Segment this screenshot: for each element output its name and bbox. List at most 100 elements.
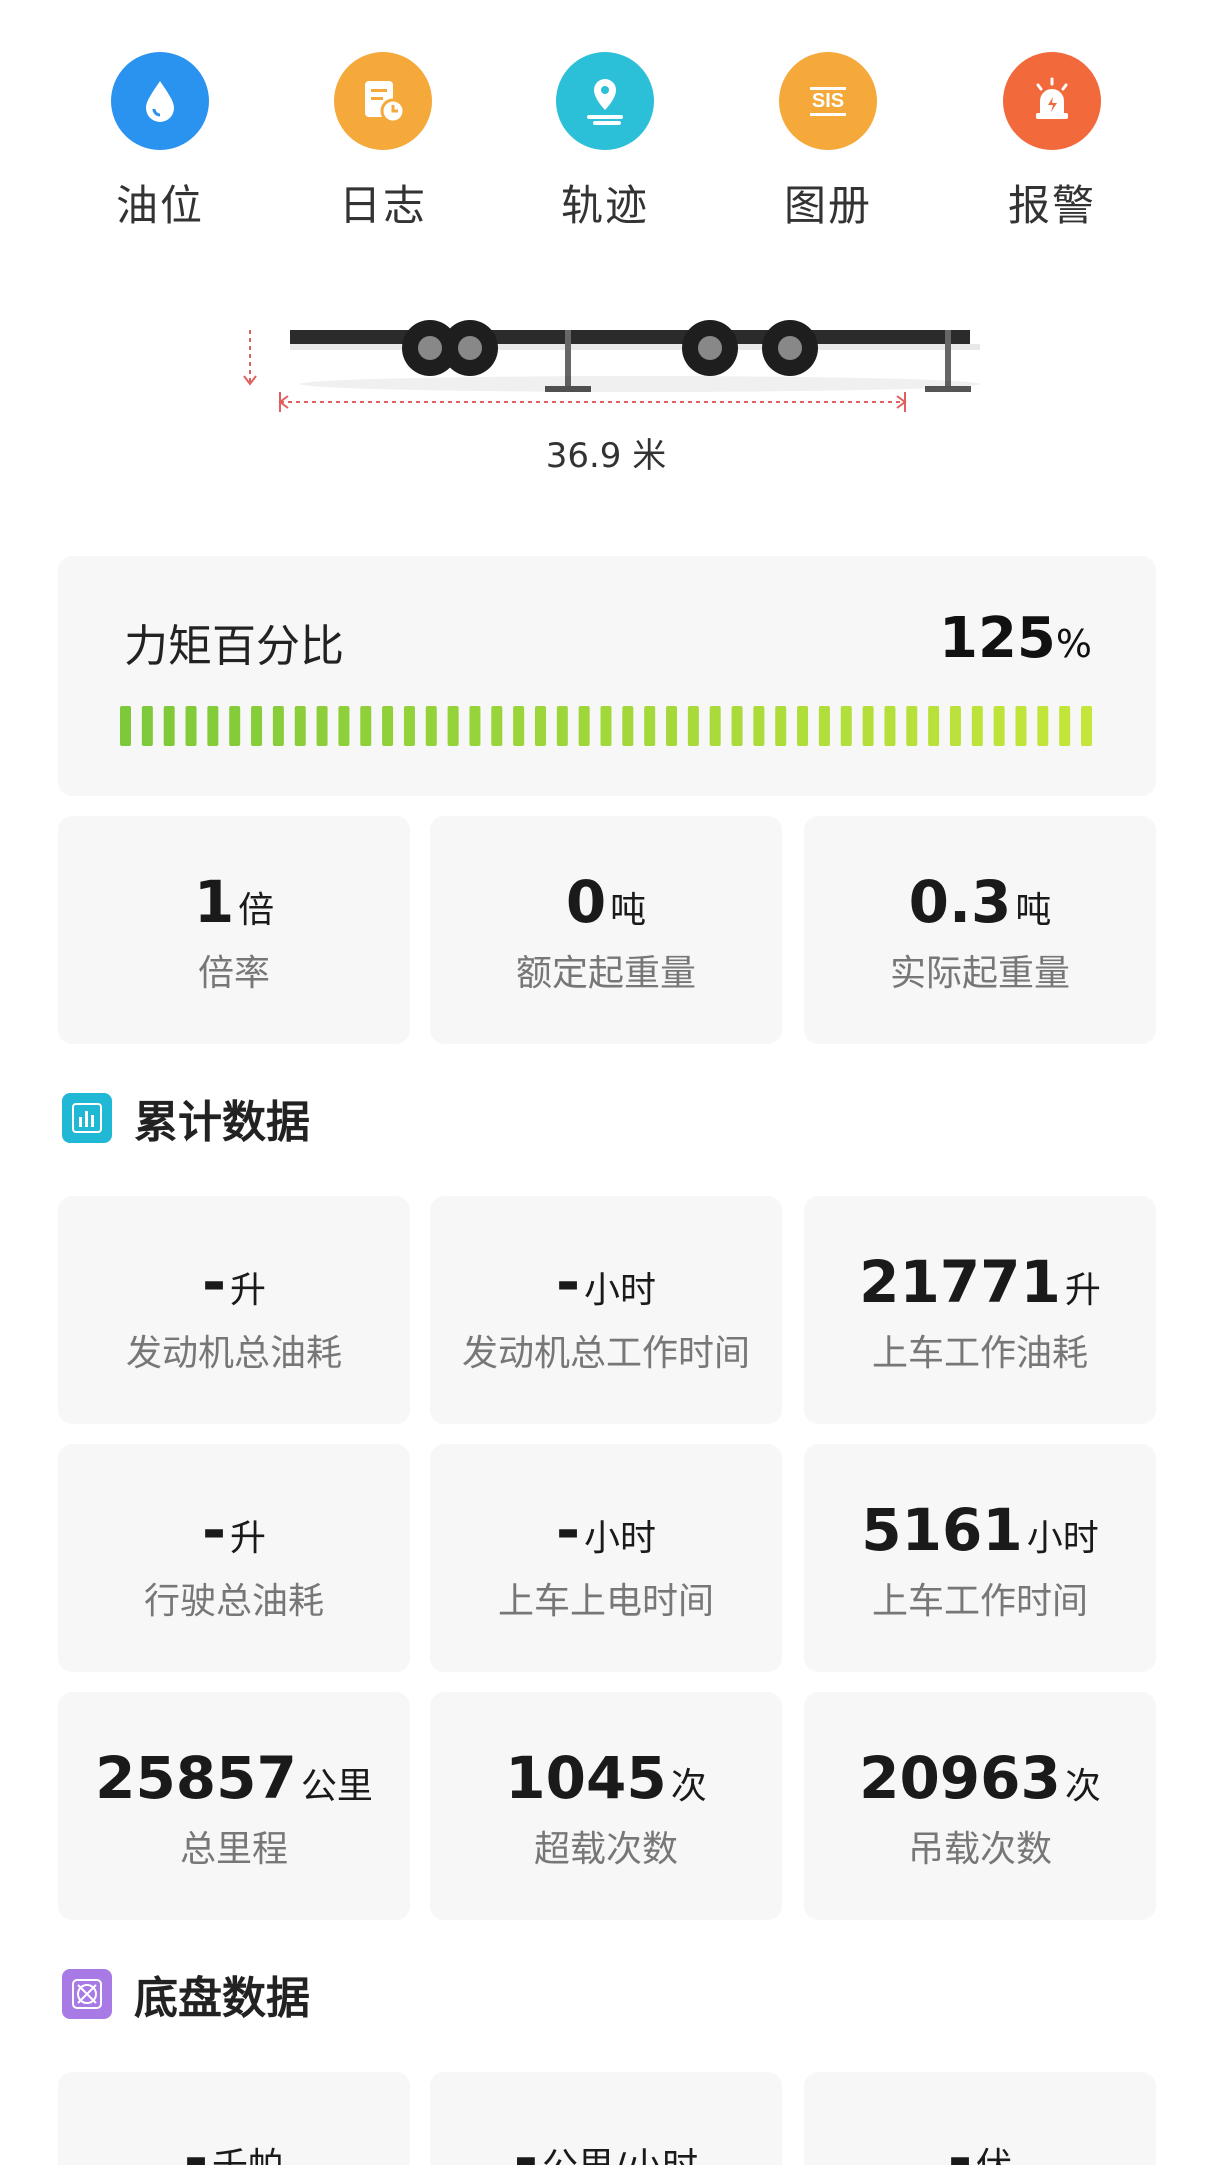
nav-alarm[interactable]: 报警 (977, 52, 1127, 233)
stat-unit: 小时 (584, 1518, 657, 1559)
stat-value: - 小时 (430, 1248, 782, 1316)
section-title-chassis: 底盘数据 (62, 1968, 310, 2024)
crane-length-label: 36.9 米 (545, 436, 667, 476)
stat-unit: 升 (230, 1270, 267, 1311)
stat-label: 额定起重量 (515, 953, 696, 994)
torque-bar-segment (644, 706, 656, 746)
torque-progress-bar (120, 706, 1092, 746)
torque-bar-segment (338, 706, 350, 746)
torque-bar-segment (251, 706, 263, 746)
stat-unit: 小时 (1026, 1518, 1099, 1559)
stat-value: -升 (58, 1496, 410, 1564)
nav-track[interactable]: 轨迹 (530, 52, 680, 233)
stat-value: 21771 升 (804, 1248, 1156, 1316)
stat-unit: 小时 (584, 1270, 657, 1311)
stat-unit: 次 (670, 1766, 707, 1807)
nav-label: 轨迹 (560, 181, 649, 230)
stat-value: 20963 次 (804, 1744, 1156, 1812)
torque-bar-segment (993, 706, 1005, 746)
torque-bar-segment (928, 706, 940, 746)
stat-number: 25857 (95, 1744, 297, 1812)
torque-bar-segment (403, 706, 415, 746)
stat-number: - (555, 1248, 581, 1316)
torque-bar-segment (818, 706, 830, 746)
stat-label: 上车工作油耗 (871, 1333, 1088, 1374)
torque-bar-segment (600, 706, 612, 746)
stat-card: 5161 小时 上车工作时间 (804, 1444, 1156, 1672)
stat-unit: 公里/小时 (542, 2146, 698, 2165)
torque-bar-segment (469, 706, 481, 746)
log-document-icon (334, 52, 432, 150)
stat-card: 1045 次 超载次数 (430, 1692, 782, 1920)
stat-card: - 小时 发动机总工作时间 (430, 1196, 782, 1424)
stat-unit: 升 (230, 1518, 267, 1559)
stat-label: 发动机总工作时间 (461, 1333, 750, 1374)
torque-bar-segment (949, 706, 961, 746)
stat-value: -升 (58, 1248, 410, 1316)
torque-bar-segment (163, 706, 175, 746)
stat-card: 20963 次 吊载次数 (804, 1692, 1156, 1920)
stat-label: 行驶总油耗 (143, 1581, 324, 1622)
stat-label: 实际起重量 (889, 953, 1070, 994)
nav-log[interactable]: 日志 (308, 52, 458, 233)
torque-bar-segment (120, 706, 131, 746)
stat-card: 25857 公里 总里程 (58, 1692, 410, 1920)
chassis-icon (62, 1969, 112, 2019)
stat-value: 0.3 吨 (804, 868, 1156, 936)
torque-bar-segment (382, 706, 394, 746)
section-title-text: 底盘数据 (134, 1973, 310, 2024)
oil-drop-icon (111, 52, 209, 150)
stat-unit: 吨 (610, 890, 647, 931)
stat-number: - (513, 2124, 538, 2165)
torque-bar-segment (578, 706, 590, 746)
torque-bar-segment (141, 706, 153, 746)
torque-bar-segment (1037, 706, 1049, 746)
torque-bar-segment (1015, 706, 1027, 746)
stat-number: - (555, 1496, 581, 1564)
stat-card: -升 发动机总油耗 (58, 1196, 410, 1424)
nav-label: 图册 (783, 181, 872, 230)
nav-label: 日志 (338, 181, 427, 230)
stat-number: 1 (193, 868, 235, 936)
torque-bar-segment (753, 706, 765, 746)
torque-bar-segment (229, 706, 241, 746)
stat-number: - (947, 2124, 973, 2165)
nav-oil-level[interactable]: 油位 (85, 52, 235, 233)
torque-card: 力矩百分比 125% (58, 556, 1156, 796)
stat-number: - (201, 1496, 227, 1564)
section-title-text: 累计数据 (134, 1097, 310, 1148)
stat-value: -千帕 (58, 2124, 410, 2165)
stat-card: 21771 升 上车工作油耗 (804, 1196, 1156, 1424)
torque-bar-segment (556, 706, 568, 746)
torque-bar-segment (513, 706, 525, 746)
stat-value: 25857 公里 (58, 1744, 410, 1812)
torque-bar-segment (425, 706, 437, 746)
stat-value: 0吨 (430, 868, 782, 936)
stat-card-multiplier: 1倍 倍率 (58, 816, 410, 1044)
torque-value: 125% (939, 606, 1092, 671)
stat-number: 5161 (861, 1496, 1023, 1564)
torque-bar-segment (797, 706, 809, 746)
stat-number: - (201, 1248, 227, 1316)
torque-bar-segment (534, 706, 546, 746)
torque-number: 125 (938, 606, 1056, 671)
nav-manual[interactable]: SIS 图册 (753, 52, 903, 233)
torque-bar-segment (622, 706, 634, 746)
stat-value: -伏 (804, 2124, 1156, 2165)
stat-value: - 小时 (430, 1496, 782, 1564)
stat-number: 0.3 (908, 868, 1012, 936)
stat-value: -公里/小时 (430, 2124, 782, 2165)
stat-card-rated-load: 0吨 额定起重量 (430, 816, 782, 1044)
torque-bar-segment (1059, 706, 1071, 746)
torque-bar-segment (666, 706, 678, 746)
torque-bar-segment (1081, 706, 1092, 746)
stat-card: -升 行驶总油耗 (58, 1444, 410, 1672)
torque-title: 力矩百分比 (124, 621, 344, 672)
svg-text:SIS: SIS (812, 90, 844, 112)
torque-bar-segment (491, 706, 503, 746)
stat-card: -千帕 (58, 2072, 410, 2165)
stat-number: 20963 (859, 1744, 1061, 1812)
torque-bar-segment (775, 706, 787, 746)
torque-bar-segment (360, 706, 372, 746)
stat-value: 5161 小时 (804, 1496, 1156, 1564)
